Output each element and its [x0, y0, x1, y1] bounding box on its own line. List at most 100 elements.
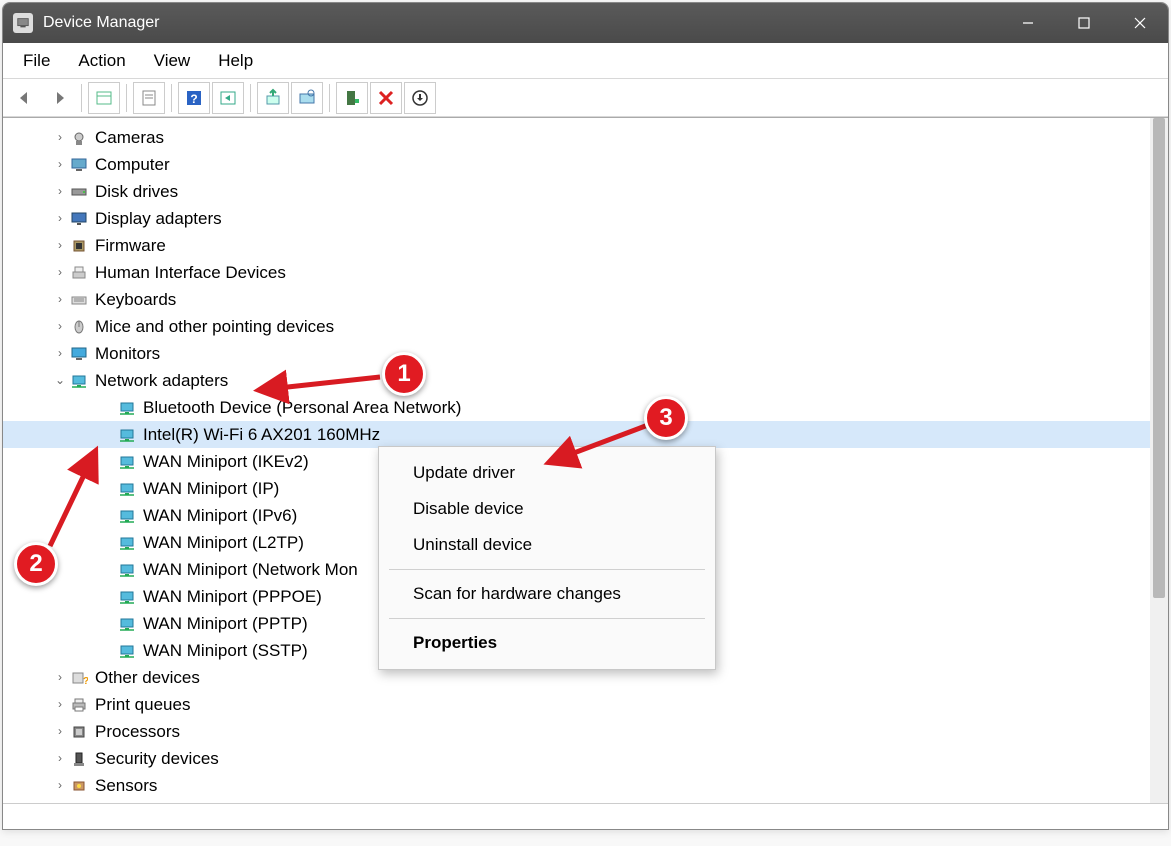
chevron-right-icon[interactable]: › — [51, 664, 69, 691]
tree-category-label: Monitors — [95, 340, 160, 367]
printer-icon — [69, 696, 89, 714]
camera-icon — [69, 129, 89, 147]
menu-action[interactable]: Action — [64, 47, 139, 75]
window-title: Device Manager — [43, 14, 1000, 32]
svg-text:?: ? — [190, 92, 197, 106]
forward-button[interactable] — [43, 82, 75, 114]
tree-category-label: Print queues — [95, 691, 190, 718]
tree-category-label: Processors — [95, 718, 180, 745]
enable-device-button[interactable] — [336, 82, 368, 114]
app-icon — [13, 13, 33, 33]
tree-category-disk-drives[interactable]: ›Disk drives — [3, 178, 1150, 205]
chevron-right-icon[interactable]: › — [51, 772, 69, 799]
scan-hardware-button[interactable] — [291, 82, 323, 114]
tree-category-mice[interactable]: ›Mice and other pointing devices — [3, 313, 1150, 340]
tree-category-print-queues[interactable]: › Print queues — [3, 691, 1150, 718]
disk-icon — [69, 183, 89, 201]
network-adapter-icon — [117, 480, 137, 498]
chevron-right-icon[interactable]: › — [51, 124, 69, 151]
chevron-right-icon[interactable]: › — [51, 286, 69, 313]
tree-category-cameras[interactable]: ›Cameras — [3, 124, 1150, 151]
minimize-button[interactable] — [1000, 3, 1056, 43]
cm-disable-device[interactable]: Disable device — [379, 491, 715, 527]
menu-help[interactable]: Help — [204, 47, 267, 75]
chevron-right-icon[interactable]: › — [51, 151, 69, 178]
network-adapter-icon — [117, 642, 137, 660]
device-manager-window: Device Manager File Action View Help ? ›… — [2, 2, 1169, 830]
chevron-right-icon[interactable]: › — [51, 691, 69, 718]
action-button[interactable] — [212, 82, 244, 114]
chevron-right-icon[interactable]: › — [51, 340, 69, 367]
tree-device-label: WAN Miniport (PPTP) — [143, 610, 308, 637]
tree-device-item[interactable]: ›Bluetooth Device (Personal Area Network… — [3, 394, 1150, 421]
network-adapter-icon — [117, 588, 137, 606]
security-icon — [69, 750, 89, 768]
chevron-right-icon[interactable]: › — [51, 718, 69, 745]
display-icon — [69, 210, 89, 228]
tree-category-security-devices[interactable]: › Security devices — [3, 745, 1150, 772]
keyboard-icon — [69, 291, 89, 309]
cm-update-driver[interactable]: Update driver — [379, 455, 715, 491]
tree-category-network-adapters[interactable]: ⌄ Network adapters — [3, 367, 1150, 394]
scrollbar-thumb[interactable] — [1153, 118, 1165, 598]
tree-category-label: Computer — [95, 151, 170, 178]
chevron-right-icon[interactable]: › — [51, 205, 69, 232]
disable-device-button[interactable] — [404, 82, 436, 114]
cm-uninstall-device[interactable]: Uninstall device — [379, 527, 715, 563]
cm-separator — [389, 569, 705, 570]
tree-device-label: WAN Miniport (IP) — [143, 475, 279, 502]
properties-button[interactable] — [133, 82, 165, 114]
tree-device-item[interactable]: ›Intel(R) Wi-Fi 6 AX201 160MHz — [3, 421, 1150, 448]
chevron-right-icon[interactable]: › — [51, 232, 69, 259]
tree-category-firmware[interactable]: › Firmware — [3, 232, 1150, 259]
cpu-icon — [69, 723, 89, 741]
menu-file[interactable]: File — [9, 47, 64, 75]
sensor-icon — [69, 777, 89, 795]
hid-icon — [69, 264, 89, 282]
network-icon — [69, 372, 89, 390]
network-adapter-icon — [117, 561, 137, 579]
titlebar[interactable]: Device Manager — [3, 3, 1168, 43]
update-driver-button[interactable] — [257, 82, 289, 114]
network-adapter-icon — [117, 399, 137, 417]
tree-category-display-adapters[interactable]: › Display adapters — [3, 205, 1150, 232]
tree-category-monitors[interactable]: › Monitors — [3, 340, 1150, 367]
tree-device-label: WAN Miniport (Network Mon — [143, 556, 358, 583]
tree-category-label: Keyboards — [95, 286, 176, 313]
cm-properties[interactable]: Properties — [379, 625, 715, 661]
tree-category-hid[interactable]: ›Human Interface Devices — [3, 259, 1150, 286]
help-button[interactable]: ? — [178, 82, 210, 114]
chevron-right-icon[interactable]: › — [51, 313, 69, 340]
svg-text:?: ? — [83, 676, 88, 687]
tree-category-label: Network adapters — [95, 367, 228, 394]
cm-scan-hardware[interactable]: Scan for hardware changes — [379, 576, 715, 612]
computer-icon — [69, 156, 89, 174]
close-button[interactable] — [1112, 3, 1168, 43]
tree-device-label: WAN Miniport (L2TP) — [143, 529, 304, 556]
mouse-icon — [69, 318, 89, 336]
back-button[interactable] — [9, 82, 41, 114]
network-adapter-icon — [117, 507, 137, 525]
menubar: File Action View Help — [3, 43, 1168, 79]
vertical-scrollbar[interactable] — [1150, 118, 1168, 803]
tree-category-label: Firmware — [95, 232, 166, 259]
maximize-button[interactable] — [1056, 3, 1112, 43]
uninstall-device-button[interactable] — [370, 82, 402, 114]
tree-category-computer[interactable]: › Computer — [3, 151, 1150, 178]
chevron-right-icon[interactable]: › — [51, 178, 69, 205]
statusbar — [3, 803, 1168, 829]
monitor-icon — [69, 345, 89, 363]
tree-device-label: WAN Miniport (PPPOE) — [143, 583, 322, 610]
tree-category-sensors[interactable]: ›Sensors — [3, 772, 1150, 799]
tree-category-label: Display adapters — [95, 205, 222, 232]
chevron-right-icon[interactable]: › — [51, 259, 69, 286]
chevron-down-icon[interactable]: ⌄ — [51, 367, 69, 394]
tree-category-label: Other devices — [95, 664, 200, 691]
network-adapter-icon — [117, 615, 137, 633]
tree-category-keyboards[interactable]: › Keyboards — [3, 286, 1150, 313]
tree-category-label: Security devices — [95, 745, 219, 772]
chevron-right-icon[interactable]: › — [51, 745, 69, 772]
show-hide-tree-button[interactable] — [88, 82, 120, 114]
tree-category-processors[interactable]: › Processors — [3, 718, 1150, 745]
menu-view[interactable]: View — [140, 47, 205, 75]
